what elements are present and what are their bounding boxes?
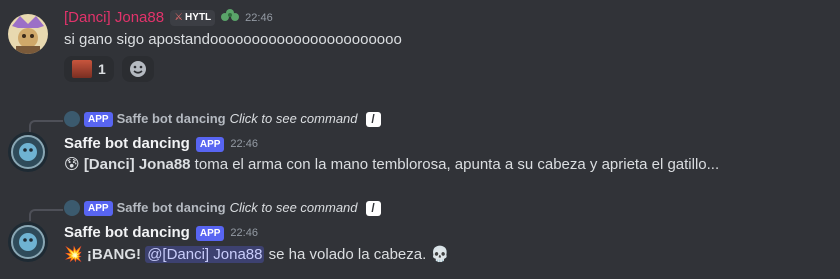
reaction-count: 1 [98, 61, 106, 77]
message-text: se ha volado la cabeza. [264, 246, 427, 263]
reply-avatar [64, 111, 80, 127]
timestamp[interactable]: 22:46 [230, 227, 258, 239]
reply-author[interactable]: Saffe bot dancing [117, 110, 226, 128]
skull-emoji: 💀 [430, 246, 450, 263]
timestamp[interactable]: 22:46 [230, 138, 258, 150]
emoji: 😰 [64, 156, 80, 173]
slash-command-icon: / [365, 111, 381, 127]
reaction-emoji-icon [72, 60, 92, 78]
server-tag[interactable]: ⚔ HYTL [170, 9, 216, 26]
add-reaction-button[interactable] [122, 56, 154, 82]
author-name[interactable]: Saffe bot dancing [64, 134, 190, 154]
app-badge: APP [84, 200, 113, 216]
avatar[interactable] [8, 222, 48, 262]
reply-author[interactable]: Saffe bot dancing [117, 199, 226, 217]
smile-icon [130, 61, 146, 77]
message-content: 💥 ¡BANG! @[Danci] Jona88 se ha volado la… [64, 244, 449, 266]
message-content: 😰 [Danci] Jona88 toma el arma con la man… [64, 154, 719, 176]
slash-command-icon: / [365, 200, 381, 216]
reply-preview[interactable]: APP Saffe bot dancing Click to see comma… [64, 110, 381, 128]
reply-command-text[interactable]: Click to see command [230, 110, 358, 128]
emoji: 💥 [64, 246, 83, 263]
reaction[interactable]: 1 [64, 56, 114, 82]
timestamp[interactable]: 22:46 [245, 12, 273, 24]
reply-command-text[interactable]: Click to see command [230, 199, 358, 217]
avatar[interactable] [8, 14, 48, 54]
message-header: Saffe bot dancing APP 22:46 [64, 134, 258, 154]
reply-avatar [64, 200, 80, 216]
app-badge: APP [195, 136, 225, 152]
avatar[interactable] [8, 132, 48, 172]
message-header: [Danci] Jona88 ⚔ HYTL 22:46 [64, 7, 273, 28]
message-text: toma el arma con la mano temblorosa, apu… [190, 156, 720, 173]
bold-text: [Danci] Jona88 [83, 156, 191, 173]
user-mention[interactable]: @[Danci] Jona88 [145, 246, 265, 263]
author-name[interactable]: Saffe bot dancing [64, 223, 190, 243]
bold-text: ¡BANG! [86, 246, 142, 263]
app-badge: APP [195, 225, 225, 241]
sword-icon: ⚔ [174, 12, 184, 23]
reply-connector [29, 120, 63, 132]
app-badge: APP [84, 111, 113, 127]
message-content: si gano sigo apostandooooooooooooooooooo… [64, 31, 402, 48]
author-name[interactable]: [Danci] Jona88 [64, 8, 164, 28]
reply-preview[interactable]: APP Saffe bot dancing Click to see comma… [64, 199, 381, 217]
role-icon [221, 7, 240, 28]
reply-connector [29, 209, 63, 221]
message-header: Saffe bot dancing APP 22:46 [64, 223, 258, 243]
